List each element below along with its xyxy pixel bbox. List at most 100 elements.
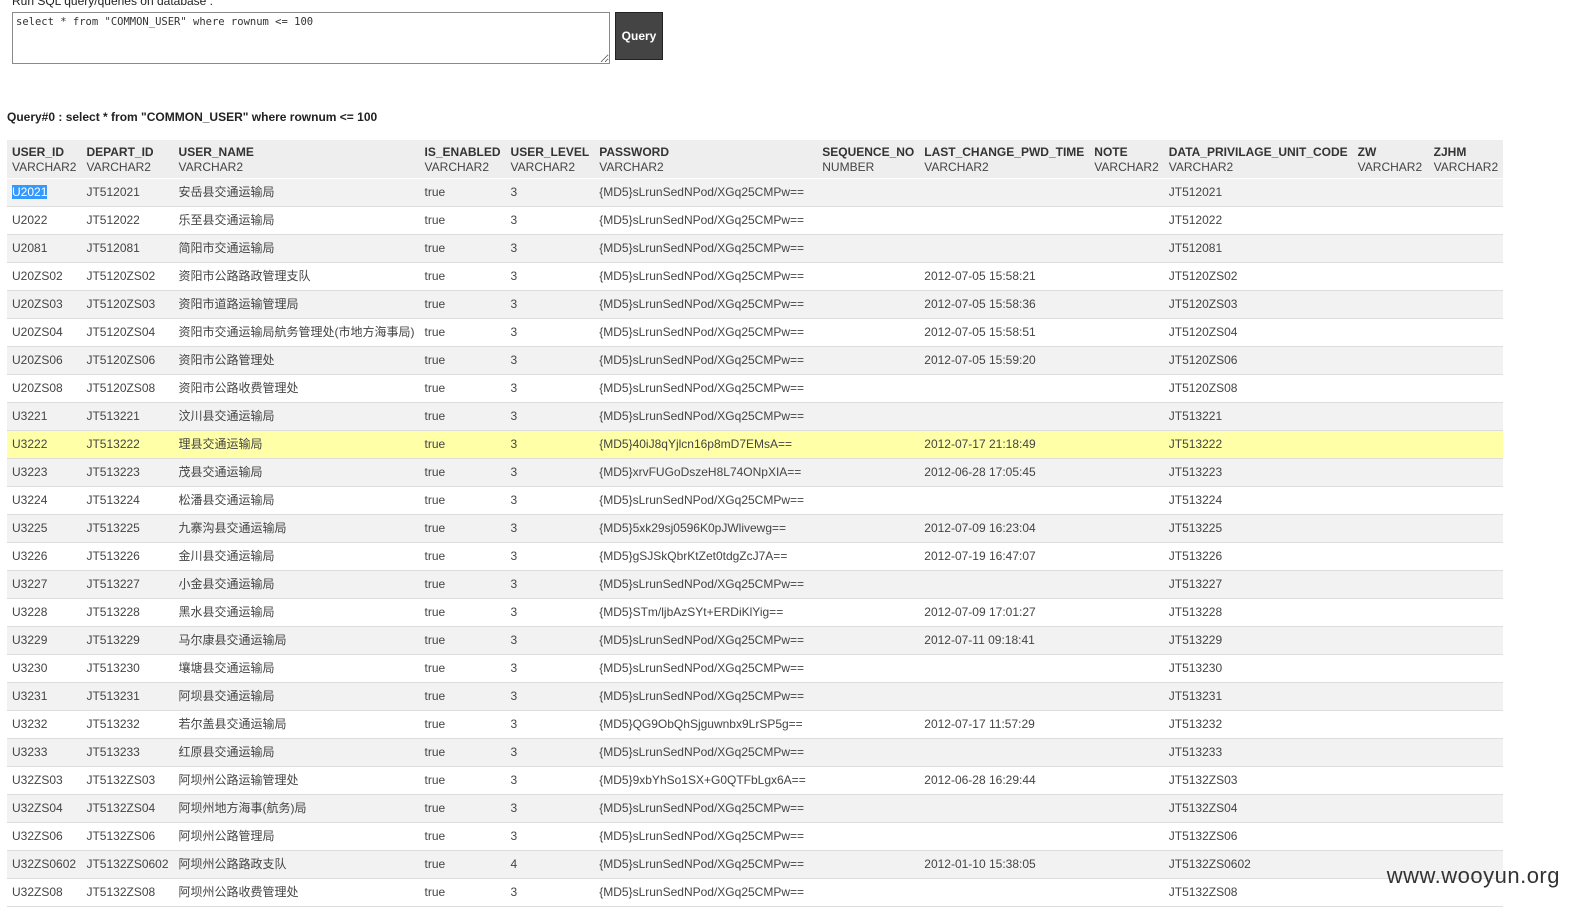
table-row: U3222 JT513222 理县交通运输局 true 3 {MD5}40iJ8qYjlc… [7, 430, 1504, 459]
cell-depart-id: JT513224 [81, 486, 174, 515]
column-type: VARCHAR2 [178, 160, 243, 174]
cell-user-level: 3 [505, 682, 595, 711]
cell-sequence-no [817, 682, 920, 711]
cell-note [1089, 822, 1164, 851]
result-table-container[interactable]: USER_ID VARCHAR2 DEPART_ID VARCHAR2 USER_NAM… [7, 140, 1576, 907]
cell-user-name: 资阳市公路管理处 [173, 346, 420, 375]
cell-data-privilage-unit-code: JT512021 [1163, 178, 1353, 207]
cell-user-name: 九寨沟县交通运输局 [173, 514, 420, 543]
cell-sequence-no [817, 850, 920, 879]
cell-user-level: 3 [505, 178, 595, 207]
cell-data-privilage-unit-code: JT5120ZS08 [1163, 374, 1353, 403]
column-type: VARCHAR2 [1094, 160, 1159, 174]
cell-note [1089, 794, 1164, 823]
cell-note [1089, 878, 1164, 907]
table-row: U32ZS0602 JT5132ZS0602 阿坝州公路路政支队 true 4 {MD5}… [7, 850, 1504, 879]
table-row: U2022 JT512022 乐至县交通运输局 true 3 {MD5}sLrunSedN… [7, 206, 1504, 235]
cell-user-id: U2081 [7, 234, 82, 263]
cell-data-privilage-unit-code: JT5120ZS02 [1163, 262, 1353, 291]
column-header-is-enabled: IS_ENABLED VARCHAR2 [419, 140, 506, 179]
table-row: U3225 JT513225 九寨沟县交通运输局 true 3 {MD5}5xk29sj0… [7, 514, 1504, 543]
cell-user-name: 资阳市公路收费管理处 [173, 374, 420, 403]
cell-sequence-no [817, 262, 920, 291]
cell-password: {MD5}sLrunSedNPod/XGq25CMPw== [594, 570, 818, 599]
cell-zjhm [1428, 458, 1504, 487]
cell-password: {MD5}sLrunSedNPod/XGq25CMPw== [594, 178, 818, 207]
cell-note [1089, 570, 1164, 599]
cell-user-level: 3 [505, 430, 595, 459]
cell-data-privilage-unit-code: JT513231 [1163, 682, 1353, 711]
cell-user-name: 阿坝州公路收费管理处 [173, 878, 420, 907]
cell-password: {MD5}sLrunSedNPod/XGq25CMPw== [594, 682, 818, 711]
cell-user-level: 3 [505, 514, 595, 543]
query-button[interactable]: Query [615, 12, 663, 60]
cell-user-name: 金川县交通运输局 [173, 542, 420, 571]
table-row: U3226 JT513226 金川县交通运输局 true 3 {MD5}gSJSkQbrK… [7, 542, 1504, 571]
cell-data-privilage-unit-code: JT513233 [1163, 738, 1353, 767]
cell-zw [1352, 682, 1429, 711]
cell-zjhm [1428, 346, 1504, 375]
cell-user-id: U3230 [7, 654, 82, 683]
cell-zw [1352, 542, 1429, 571]
cell-note [1089, 346, 1164, 375]
cell-data-privilage-unit-code: JT5132ZS06 [1163, 822, 1353, 851]
cell-note [1089, 626, 1164, 655]
cell-sequence-no [817, 290, 920, 319]
cell-user-name: 阿坝州公路运输管理处 [173, 766, 420, 795]
sql-query-textarea[interactable] [12, 12, 610, 64]
cell-data-privilage-unit-code: JT513224 [1163, 486, 1353, 515]
cell-is-enabled: true [419, 794, 506, 823]
cell-sequence-no [817, 402, 920, 431]
cell-is-enabled: true [419, 570, 506, 599]
cell-note [1089, 542, 1164, 571]
cell-user-level: 3 [505, 570, 595, 599]
cell-zjhm [1428, 318, 1504, 347]
cell-password: {MD5}sLrunSedNPod/XGq25CMPw== [594, 290, 818, 319]
table-row: U20ZS04 JT5120ZS04 资阳市交通运输局航务管理处(市地方海事局) tr… [7, 318, 1504, 347]
cell-zw [1352, 430, 1429, 459]
cell-depart-id: JT513232 [81, 710, 174, 739]
cell-note [1089, 458, 1164, 487]
cell-sequence-no [817, 178, 920, 207]
cell-zw [1352, 710, 1429, 739]
column-name: SEQUENCE_NO [822, 145, 915, 159]
cell-depart-id: JT5120ZS02 [81, 262, 174, 291]
cell-password: {MD5}sLrunSedNPod/XGq25CMPw== [594, 206, 818, 235]
cell-last-change-pwd-time [919, 822, 1090, 851]
cell-zjhm [1428, 710, 1504, 739]
cell-sequence-no [817, 346, 920, 375]
column-type: NUMBER [822, 160, 875, 174]
cell-depart-id: JT513227 [81, 570, 174, 599]
column-header-note: NOTE VARCHAR2 [1089, 140, 1164, 179]
cell-last-change-pwd-time: 2012-07-05 15:58:36 [919, 290, 1090, 319]
selected-text[interactable]: U2021 [12, 185, 48, 199]
table-row: U32ZS03 JT5132ZS03 阿坝州公路运输管理处 true 3 {MD5}9xb… [7, 766, 1504, 795]
cell-note [1089, 234, 1164, 263]
cell-password: {MD5}STm/ljbAzSYt+ERDiKlYig== [594, 598, 818, 627]
cell-user-level: 3 [505, 458, 595, 487]
cell-user-level: 3 [505, 374, 595, 403]
cell-is-enabled: true [419, 430, 506, 459]
cell-depart-id: JT513225 [81, 514, 174, 543]
cell-user-id: U32ZS0602 [7, 850, 82, 879]
cell-depart-id: JT5132ZS08 [81, 878, 174, 907]
cell-password: {MD5}sLrunSedNPod/XGq25CMPw== [594, 626, 818, 655]
cell-user-name: 黑水县交通运输局 [173, 598, 420, 627]
cell-depart-id: JT513233 [81, 738, 174, 767]
cell-user-level: 3 [505, 738, 595, 767]
table-row: U3229 JT513229 马尔康县交通运输局 true 3 {MD5}sLrunSed… [7, 626, 1504, 655]
cell-data-privilage-unit-code: JT513225 [1163, 514, 1353, 543]
cell-depart-id: JT5120ZS06 [81, 346, 174, 375]
cell-depart-id: JT513229 [81, 626, 174, 655]
cell-is-enabled: true [419, 458, 506, 487]
column-type: VARCHAR2 [924, 160, 989, 174]
cell-last-change-pwd-time: 2012-07-05 15:59:20 [919, 346, 1090, 375]
column-name: USER_NAME [178, 145, 254, 159]
cell-password: {MD5}sLrunSedNPod/XGq25CMPw== [594, 738, 818, 767]
cell-note [1089, 430, 1164, 459]
cell-data-privilage-unit-code: JT5132ZS08 [1163, 878, 1353, 907]
cell-user-name: 资阳市公路路政管理支队 [173, 262, 420, 291]
cell-user-id: U3224 [7, 486, 82, 515]
cell-user-level: 3 [505, 206, 595, 235]
query-label: Run SQL query/queries on database : [12, 0, 214, 8]
